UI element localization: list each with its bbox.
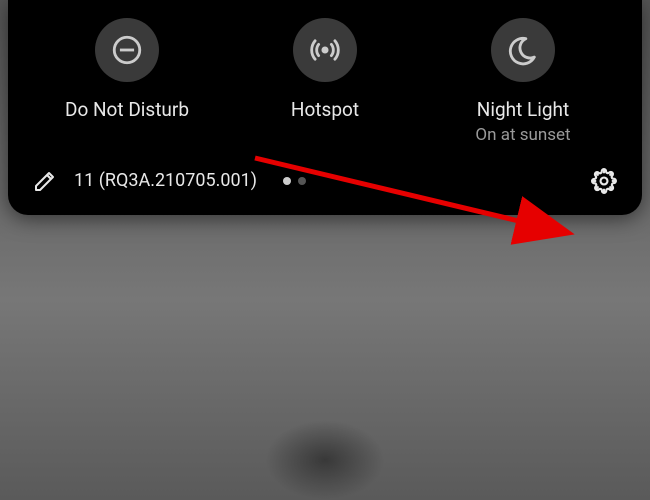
moon-icon (491, 18, 555, 82)
tile-label: Hotspot (291, 98, 359, 123)
panel-footer: 11 (RQ3A.210705.001) (8, 145, 642, 203)
gear-icon[interactable] (590, 167, 618, 195)
pencil-icon[interactable] (32, 168, 58, 194)
quick-settings-panel: Do Not Disturb Hotspot Night Light (8, 0, 642, 215)
tile-do-not-disturb[interactable]: Do Not Disturb (37, 18, 217, 145)
tile-sublabel: On at sunset (475, 125, 570, 145)
do-not-disturb-icon (95, 18, 159, 82)
page-indicator (283, 177, 306, 185)
tile-night-light[interactable]: Night Light On at sunset (433, 18, 613, 145)
tile-label: Night Light (477, 98, 569, 123)
page-dot-inactive (298, 177, 306, 185)
quick-tiles-row: Do Not Disturb Hotspot Night Light (8, 18, 642, 145)
build-version: 11 (RQ3A.210705.001) (74, 170, 257, 191)
tile-hotspot[interactable]: Hotspot (235, 18, 415, 145)
tile-label: Do Not Disturb (65, 98, 189, 123)
hotspot-icon (293, 18, 357, 82)
page-dot-active (283, 177, 291, 185)
